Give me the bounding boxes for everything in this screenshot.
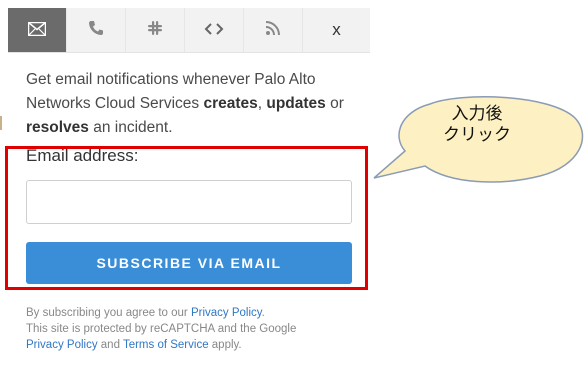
email-field[interactable] [26, 180, 352, 224]
envelope-icon [27, 20, 47, 41]
fine-print-text: . [261, 307, 265, 319]
phone-icon [88, 20, 104, 41]
subscribe-panel: x Get email notifications whenever Palo … [8, 0, 370, 369]
google-privacy-policy-link[interactable]: Privacy Policy [26, 339, 98, 351]
callout-line-2: クリック [443, 125, 511, 145]
subscribe-via-email-button[interactable]: SUBSCRIBE VIA EMAIL [26, 242, 352, 284]
email-label: Email address: [26, 146, 139, 165]
fine-print-text: and [97, 339, 123, 351]
description-sep: or [325, 95, 344, 112]
slack-icon [147, 20, 163, 41]
fine-print-text: apply. [208, 339, 242, 351]
callout-line-1: 入力後 [451, 104, 503, 124]
subscribe-description: Get email notifications whenever Palo Al… [26, 68, 356, 140]
close-icon: x [332, 20, 341, 39]
fine-print-text: By subscribing you agree to our [26, 307, 191, 319]
code-icon [204, 20, 224, 41]
tab-webhook[interactable] [185, 8, 244, 52]
description-bold-updates: updates [266, 95, 326, 112]
tab-slack[interactable] [126, 8, 185, 52]
page-edge-marker [0, 116, 2, 130]
description-text: an incident. [88, 119, 173, 136]
tab-phone[interactable] [67, 8, 126, 52]
tab-rss[interactable] [244, 8, 303, 52]
tab-close[interactable]: x [303, 8, 370, 52]
privacy-policy-link[interactable]: Privacy Policy [191, 307, 262, 319]
callout-text: 入力後 クリック [392, 104, 562, 146]
tab-email[interactable] [8, 8, 67, 52]
description-bold-resolves: resolves [26, 119, 89, 136]
rss-icon [265, 20, 281, 41]
notification-tabs: x [8, 8, 370, 53]
terms-of-service-link[interactable]: Terms of Service [123, 339, 209, 351]
fine-print: By subscribing you agree to our Privacy … [26, 305, 356, 353]
description-bold-creates: creates [203, 95, 258, 112]
fine-print-text: This site is protected by reCAPTCHA and … [26, 323, 297, 335]
